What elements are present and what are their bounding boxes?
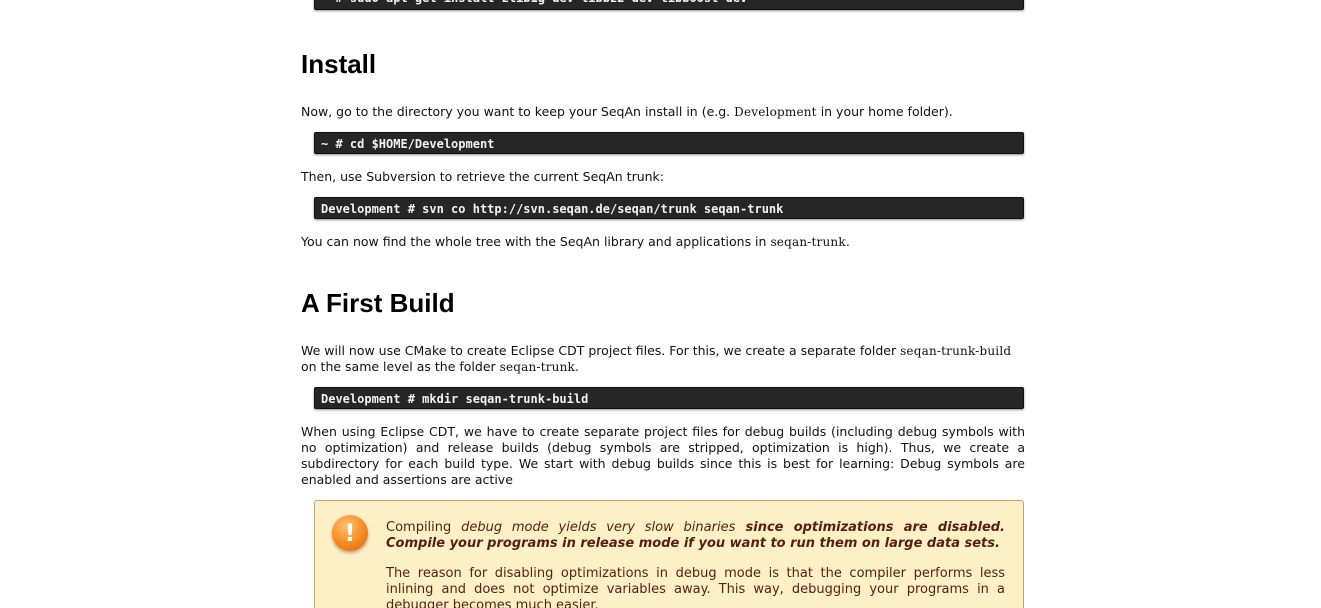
install-paragraph-1: Now, go to the directory you want to kee… bbox=[301, 104, 1025, 120]
build-p1-code-2: seqan-trunk bbox=[499, 360, 576, 374]
code-block-cd: ~ # cd $HOME/Development bbox=[314, 132, 1024, 154]
install-p1-text-a: Now, go to the directory you want to kee… bbox=[301, 104, 735, 119]
install-p3-code: seqan-trunk bbox=[770, 235, 846, 249]
warning-text-b: debug mode yields very slow binaries bbox=[461, 520, 736, 535]
install-paragraph-3: You can now find the whole tree with the… bbox=[301, 234, 1025, 250]
exclamation-icon: ! bbox=[332, 515, 368, 551]
warning-text-a: Compiling bbox=[386, 520, 462, 535]
install-p3-text-b: . bbox=[845, 234, 850, 249]
install-p1-code: Development bbox=[734, 105, 817, 119]
build-p1-text-a: We will now use CMake to create Eclipse … bbox=[301, 343, 901, 358]
install-paragraph-2: Then, use Subversion to retrieve the cur… bbox=[301, 169, 665, 184]
code-block-apt-get: ~ # sudo apt-get install zlib1g-dev libb… bbox=[314, 0, 1024, 10]
warning-box: ! Compiling debug mode yields very slow … bbox=[314, 500, 1024, 608]
build-p1-text-c: . bbox=[575, 359, 579, 374]
warning-paragraph-1: Compiling debug mode yields very slow bi… bbox=[386, 520, 1005, 552]
code-block-svn: Development # svn co http://svn.seqan.de… bbox=[314, 197, 1024, 219]
warning-paragraph-2: The reason for disabling optimizations i… bbox=[386, 566, 1005, 608]
code-block-mkdir: Development # mkdir seqan-trunk-build bbox=[314, 387, 1024, 409]
install-p1-text-b: in your home folder). bbox=[816, 104, 953, 119]
install-p3-text-a: You can now find the whole tree with the… bbox=[301, 234, 771, 249]
build-paragraph-2: When using Eclipse CDT, we have to creat… bbox=[301, 424, 1025, 487]
heading-install: Install bbox=[301, 49, 377, 79]
build-p1-text-b: on the same level as the folder bbox=[301, 359, 500, 374]
build-paragraph-1: We will now use CMake to create Eclipse … bbox=[301, 343, 1025, 375]
warning-body: Compiling debug mode yields very slow bi… bbox=[386, 520, 1005, 608]
heading-first-build: A First Build bbox=[301, 288, 455, 318]
build-p1-code-1: seqan-trunk-build bbox=[900, 344, 1012, 358]
